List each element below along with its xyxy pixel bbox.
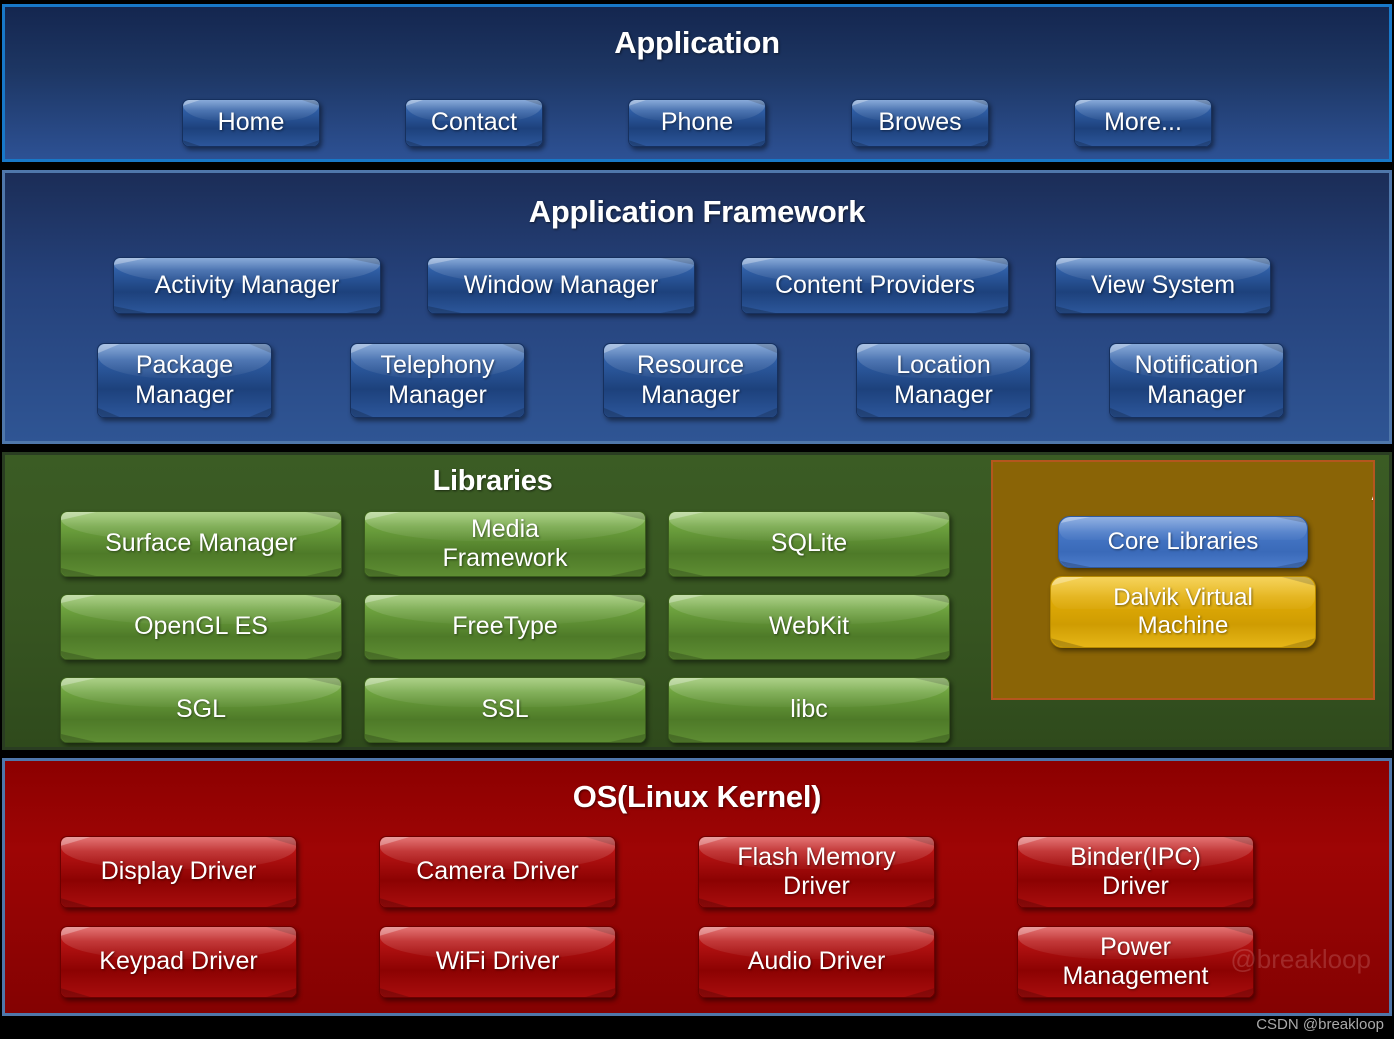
runtime-item-dalvik-virtual-machine[interactable]: Dalvik Virtual Machine — [1050, 576, 1316, 648]
framework-item-telephony-manager[interactable]: Telephony Manager — [350, 343, 525, 418]
library-item-opengl-es[interactable]: OpenGL ES — [60, 594, 342, 660]
framework-item-resource-manager[interactable]: Resource Manager — [603, 343, 778, 418]
os-item-display-driver-label: Display Driver — [101, 857, 257, 887]
os-item-audio-driver[interactable]: Audio Driver — [698, 926, 935, 998]
framework-item-window-manager[interactable]: Window Manager — [427, 257, 695, 314]
framework-item-activity-manager-label: Activity Manager — [155, 271, 340, 301]
framework-item-location-manager-label: Location Manager — [894, 351, 993, 410]
framework-item-notification-manager-label: Notification Manager — [1135, 351, 1259, 410]
app-item-home-label: Home — [218, 108, 285, 138]
os-item-audio-driver-label: Audio Driver — [748, 947, 886, 977]
os-item-wifi-driver-label: WiFi Driver — [436, 947, 560, 977]
android-runtime-panel: Android Runtime Core Libraries Dalvik Vi… — [991, 460, 1375, 700]
library-item-sqlite-label: SQLite — [771, 529, 847, 559]
os-linux-kernel-title: OS(Linux Kernel) — [5, 779, 1389, 815]
application-layer-title: Application — [5, 25, 1389, 61]
library-item-surface-manager-label: Surface Manager — [105, 529, 297, 559]
library-item-surface-manager[interactable]: Surface Manager — [60, 511, 342, 577]
os-item-display-driver[interactable]: Display Driver — [60, 836, 297, 908]
runtime-item-dalvik-virtual-machine-label: Dalvik Virtual Machine — [1113, 584, 1253, 641]
application-items-row: Home Contact Phone Browes More... — [5, 99, 1389, 147]
os-item-camera-driver[interactable]: Camera Driver — [379, 836, 616, 908]
library-item-libc[interactable]: libc — [668, 677, 950, 743]
application-layer-panel: Application Home Contact Phone Browes Mo… — [2, 4, 1392, 162]
os-item-flash-memory-driver-label: Flash Memory Driver — [737, 843, 895, 902]
app-item-browes-label: Browes — [878, 108, 961, 138]
android-architecture-diagram: Application Home Contact Phone Browes Mo… — [0, 0, 1394, 1039]
watermark-text: CSDN @breakloop — [1256, 1016, 1384, 1033]
framework-item-view-system[interactable]: View System — [1055, 257, 1271, 314]
os-item-wifi-driver[interactable]: WiFi Driver — [379, 926, 616, 998]
os-item-binder-ipc-driver[interactable]: Binder(IPC) Driver — [1017, 836, 1254, 908]
os-linux-kernel-layer-panel: OS(Linux Kernel) Display Driver Camera D… — [2, 758, 1392, 1016]
framework-item-location-manager[interactable]: Location Manager — [856, 343, 1031, 418]
library-item-opengl-es-label: OpenGL ES — [134, 612, 268, 642]
framework-row-1: Activity Manager Window Manager Content … — [113, 257, 1271, 314]
library-item-freetype[interactable]: FreeType — [364, 594, 646, 660]
library-item-webkit-label: WebKit — [769, 612, 849, 642]
os-item-power-management-label: Power Management — [1063, 933, 1209, 992]
runtime-item-core-libraries-label: Core Libraries — [1108, 528, 1259, 556]
os-item-flash-memory-driver[interactable]: Flash Memory Driver — [698, 836, 935, 908]
framework-row-2: Package Manager Telephony Manager Resour… — [97, 343, 1284, 418]
framework-item-package-manager[interactable]: Package Manager — [97, 343, 272, 418]
library-item-sqlite[interactable]: SQLite — [668, 511, 950, 577]
framework-item-package-manager-label: Package Manager — [135, 351, 234, 410]
app-item-phone-label: Phone — [661, 108, 733, 138]
os-item-camera-driver-label: Camera Driver — [416, 857, 579, 887]
runtime-item-core-libraries[interactable]: Core Libraries — [1058, 516, 1308, 568]
app-item-contact-label: Contact — [431, 108, 517, 138]
libraries-grid: Surface Manager Media Framework SQLite O… — [60, 511, 950, 743]
os-item-keypad-driver-label: Keypad Driver — [99, 947, 257, 977]
library-item-libc-label: libc — [790, 695, 828, 725]
libraries-layer-title: Libraries — [5, 465, 980, 498]
app-item-browes[interactable]: Browes — [851, 99, 989, 147]
app-item-more-label: More... — [1104, 108, 1182, 138]
framework-item-activity-manager[interactable]: Activity Manager — [113, 257, 381, 314]
library-item-sgl[interactable]: SGL — [60, 677, 342, 743]
framework-item-telephony-manager-label: Telephony Manager — [381, 351, 495, 410]
framework-item-window-manager-label: Window Manager — [464, 271, 659, 301]
os-item-power-management[interactable]: Power Management — [1017, 926, 1254, 998]
app-item-phone[interactable]: Phone — [628, 99, 766, 147]
library-item-sgl-label: SGL — [176, 695, 226, 725]
os-drivers-grid: Display Driver Camera Driver Flash Memor… — [60, 836, 1254, 998]
library-item-freetype-label: FreeType — [452, 612, 558, 642]
android-runtime-title: Android Runtime — [993, 476, 1375, 507]
os-item-binder-ipc-driver-label: Binder(IPC) Driver — [1070, 843, 1201, 902]
framework-item-content-providers-label: Content Providers — [775, 271, 975, 301]
library-item-media-framework[interactable]: Media Framework — [364, 511, 646, 577]
application-framework-layer-title: Application Framework — [5, 194, 1389, 230]
framework-item-view-system-label: View System — [1091, 271, 1235, 301]
android-runtime-items: Core Libraries Dalvik Virtual Machine — [993, 516, 1373, 648]
framework-item-content-providers[interactable]: Content Providers — [741, 257, 1009, 314]
framework-item-notification-manager[interactable]: Notification Manager — [1109, 343, 1284, 418]
library-item-ssl[interactable]: SSL — [364, 677, 646, 743]
library-item-media-framework-label: Media Framework — [442, 515, 567, 574]
app-item-more[interactable]: More... — [1074, 99, 1212, 147]
watermark-ghost-text: @breakloop — [1230, 944, 1371, 975]
application-framework-layer-panel: Application Framework Activity Manager W… — [2, 170, 1392, 444]
library-item-webkit[interactable]: WebKit — [668, 594, 950, 660]
libraries-layer-panel: Libraries Surface Manager Media Framewor… — [2, 452, 1392, 750]
framework-item-resource-manager-label: Resource Manager — [637, 351, 744, 410]
os-item-keypad-driver[interactable]: Keypad Driver — [60, 926, 297, 998]
app-item-contact[interactable]: Contact — [405, 99, 543, 147]
library-item-ssl-label: SSL — [481, 695, 528, 725]
app-item-home[interactable]: Home — [182, 99, 320, 147]
